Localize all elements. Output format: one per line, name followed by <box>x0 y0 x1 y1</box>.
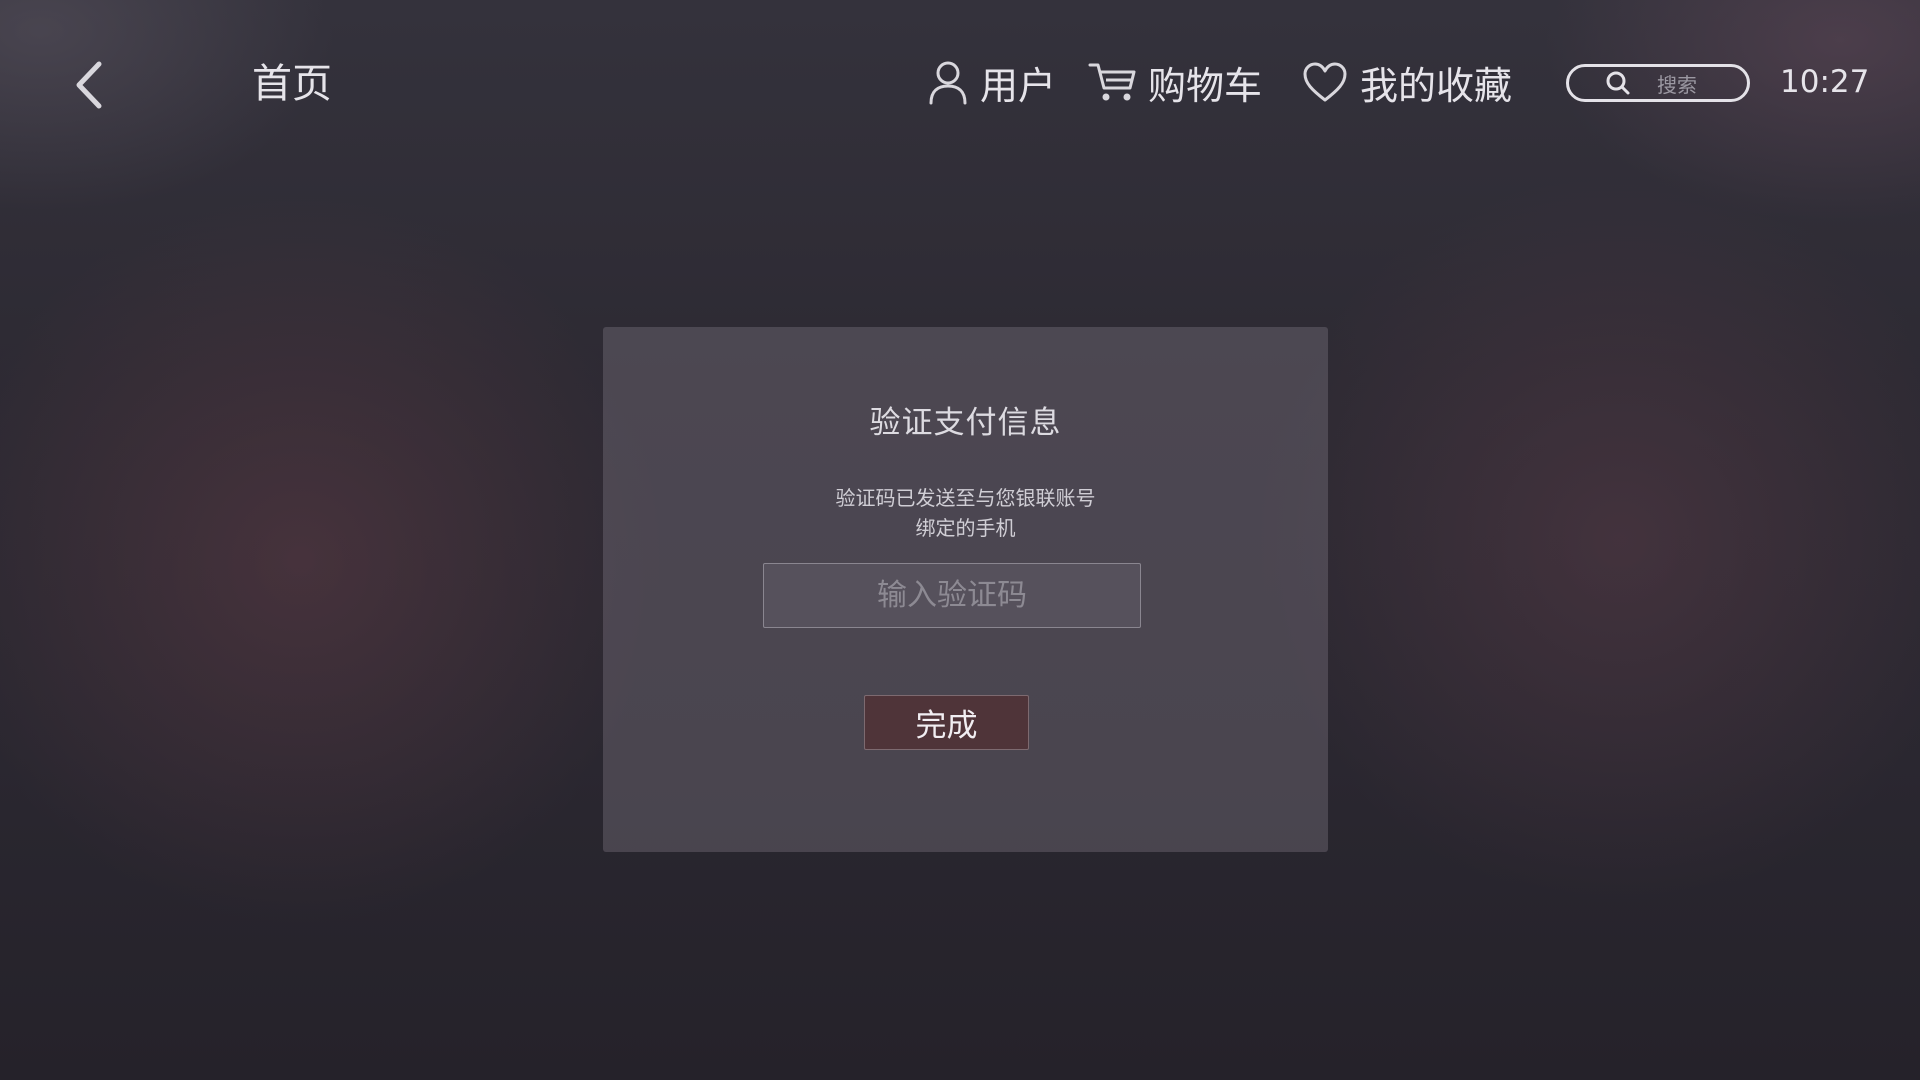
clock: 10:27 <box>1780 64 1870 100</box>
nav-favorites[interactable]: 我的收藏 <box>1302 54 1512 110</box>
nav-favorites-label: 我的收藏 <box>1360 63 1513 108</box>
payment-verification-dialog: 验证支付信息 验证码已发送至与您银联账号 绑定的手机 完成 <box>603 327 1328 852</box>
search-placeholder: 搜索 <box>1657 72 1697 97</box>
home-link[interactable]: 首页 <box>252 56 332 112</box>
dialog-message-line1: 验证码已发送至与您银联账号 <box>835 486 1096 510</box>
search-icon <box>1605 70 1631 96</box>
chevron-left-icon <box>76 61 102 109</box>
cart-icon <box>1088 60 1136 104</box>
nav-user-label: 用户 <box>980 63 1057 108</box>
search-input[interactable]: 搜索 <box>1566 64 1750 102</box>
dialog-title: 验证支付信息 <box>869 405 1062 441</box>
dialog-message-line2: 绑定的手机 <box>915 516 1016 540</box>
verification-code-input[interactable] <box>763 563 1141 628</box>
nav-user[interactable]: 用户 <box>928 54 1056 110</box>
done-button[interactable]: 完成 <box>864 695 1029 750</box>
user-icon <box>928 59 968 105</box>
dialog-message: 验证码已发送至与您银联账号 绑定的手机 <box>603 483 1328 543</box>
nav-cart-label: 购物车 <box>1148 63 1263 108</box>
heart-icon <box>1302 61 1348 103</box>
nav-cart[interactable]: 购物车 <box>1088 54 1262 110</box>
top-bar: 首页 用户 购物车 我的收藏 搜索 10:27 <box>0 0 1920 170</box>
back-button[interactable] <box>58 55 118 115</box>
